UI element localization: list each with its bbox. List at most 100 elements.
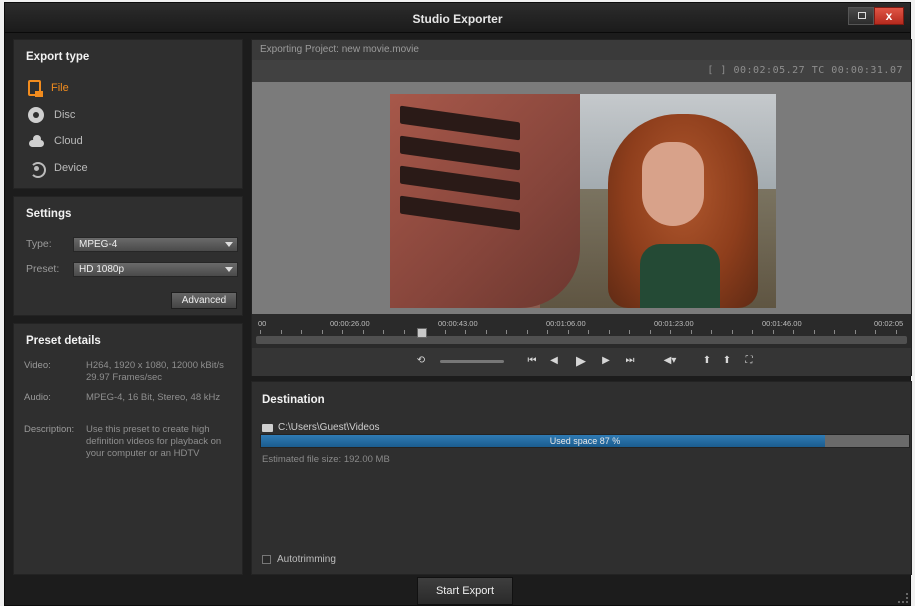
ruler-tick (629, 330, 630, 334)
frame-vent (400, 195, 520, 231)
folder-icon[interactable] (262, 424, 273, 432)
video-value: H264, 1920 x 1080, 12000 kBit/s 29.97 Fr… (86, 360, 224, 383)
export-type-heading: Export type (26, 51, 90, 63)
settings-heading: Settings (26, 208, 72, 220)
chevron-down-icon (225, 267, 233, 272)
preset-audio-row: Audio: MPEG-4, 16 Bit, Stereo, 48 kHz (24, 392, 236, 404)
step-back-icon[interactable]: ◀ (548, 354, 560, 368)
mark-in-icon[interactable]: ⬆ (702, 354, 712, 368)
autotrim-label: Autotrimming (277, 554, 336, 565)
ruler-tick (465, 330, 466, 334)
fullscreen-icon[interactable]: ⛶ (742, 354, 756, 368)
ruler-tick (875, 330, 876, 334)
timecode-display: [ ] 00:02:05.27 TC 00:00:31.07 (707, 65, 903, 76)
mark-out-icon[interactable]: ⬆ (722, 354, 732, 368)
go-to-start-icon[interactable]: ⏮ (526, 354, 538, 368)
ruler-label: 00:01:46.00 (762, 319, 802, 328)
ruler-tick (260, 330, 261, 334)
ruler-label: 00:02:05 (874, 319, 904, 328)
ruler-tick (321, 330, 323, 334)
ruler-tick (772, 330, 774, 334)
estimated-file-size: Estimated file size: 192.00 MB (262, 454, 390, 465)
ruler-tick (813, 330, 815, 334)
ruler-tick (444, 330, 446, 334)
timeline[interactable]: 00 00:00:26.00 00:00:43.00 00:01:06.00 0… (252, 314, 911, 348)
ruler-tick (526, 330, 528, 334)
ruler-tick (588, 330, 589, 334)
ruler-tick (854, 330, 856, 334)
ruler-label: 00:01:23.00 (654, 319, 694, 328)
export-type-device[interactable]: Device (28, 158, 88, 178)
playhead-handle[interactable] (417, 328, 428, 338)
frame-truck (390, 94, 580, 308)
ruler-tick (301, 330, 302, 334)
export-type-file[interactable]: File (28, 78, 69, 98)
timeline-scrubber[interactable] (256, 336, 907, 344)
transport-controls: ⟲ ⏮ ◀ ▶ ▶ ⏭ ◀▾ ⬆ ⬆ ⛶ (252, 348, 911, 376)
go-to-end-icon[interactable]: ⏭ (624, 354, 636, 368)
restore-button[interactable] (848, 7, 874, 25)
ruler-tick (711, 330, 712, 334)
export-type-disc-label: Disc (54, 109, 76, 121)
ruler-tick (690, 330, 692, 334)
project-label: Exporting Project: new movie.movie (252, 40, 911, 60)
audio-value: MPEG-4, 16 Bit, Stereo, 48 kHz (86, 392, 221, 403)
ruler-tick (752, 330, 753, 334)
export-type-cloud[interactable]: Cloud (28, 131, 83, 151)
ruler-tick (547, 330, 548, 334)
frame-vent (400, 105, 520, 141)
preset-select-value: HD 1080p (79, 264, 125, 275)
start-export-button[interactable]: Start Export (417, 577, 513, 605)
play-icon[interactable]: ▶ (574, 354, 588, 368)
export-type-device-label: Device (54, 162, 88, 174)
autotrim-option[interactable]: Autotrimming (262, 554, 336, 565)
ruler-tick (342, 330, 343, 334)
preset-description-row: Description: Use this preset to create h… (24, 424, 236, 460)
loop-icon[interactable]: ⟲ (414, 354, 428, 368)
ruler-tick (280, 330, 282, 334)
resize-grip-icon[interactable] (898, 593, 908, 603)
preset-details-panel: Preset details Video: H264, 1920 x 1080,… (13, 323, 243, 575)
volume-icon[interactable]: ◀▾ (660, 354, 680, 368)
ruler-tick (567, 330, 569, 334)
device-icon (28, 160, 46, 178)
chevron-down-icon (225, 242, 233, 247)
audio-label: Audio: (24, 392, 51, 403)
ruler-tick (403, 330, 405, 334)
preset-video-row: Video: H264, 1920 x 1080, 12000 kBit/s 2… (24, 360, 236, 384)
ruler-tick (608, 330, 610, 334)
close-button[interactable]: x (874, 7, 904, 25)
settings-panel: Settings Type: MPEG-4 Preset: HD 1080p A… (13, 196, 243, 316)
ruler-label: 00:00:26.00 (330, 319, 370, 328)
used-space-label: Used space 87 % (549, 436, 621, 446)
cloud-icon (28, 133, 44, 149)
video-label: Video: (24, 360, 51, 371)
type-select[interactable]: MPEG-4 (73, 237, 238, 252)
step-forward-icon[interactable]: ▶ (600, 354, 612, 368)
type-label: Type: (26, 238, 52, 250)
ruler-tick (485, 330, 487, 334)
destination-panel: Destination C:\Users\Guest\Videos Used s… (251, 381, 912, 575)
file-icon (28, 80, 43, 97)
advanced-button[interactable]: Advanced (171, 292, 237, 309)
export-type-disc[interactable]: Disc (28, 105, 75, 125)
autotrim-checkbox[interactable] (262, 555, 271, 564)
preview-panel: Exporting Project: new movie.movie [ ] 0… (251, 39, 912, 376)
destination-path[interactable]: C:\Users\Guest\Videos (278, 422, 380, 433)
description-value: Use this preset to create high definitio… (86, 424, 222, 459)
window-title: Studio Exporter (412, 12, 503, 26)
ruler-tick (834, 330, 835, 334)
timecode-bar: [ ] 00:02:05.27 TC 00:00:31.07 (252, 60, 911, 82)
video-preview[interactable] (252, 82, 911, 314)
frame-vent (400, 135, 520, 171)
ruler-tick (731, 330, 733, 334)
ruler-tick (895, 330, 897, 334)
export-type-panel: Export type File Disc Cloud Device (13, 39, 243, 189)
ruler-tick (506, 330, 507, 334)
preset-select[interactable]: HD 1080p (73, 262, 238, 277)
used-space-bar: Used space 87 % (260, 434, 910, 448)
jog-slider[interactable] (440, 360, 504, 363)
restore-icon (858, 12, 866, 19)
ruler-tick (383, 330, 384, 334)
ruler-tick (793, 330, 794, 334)
